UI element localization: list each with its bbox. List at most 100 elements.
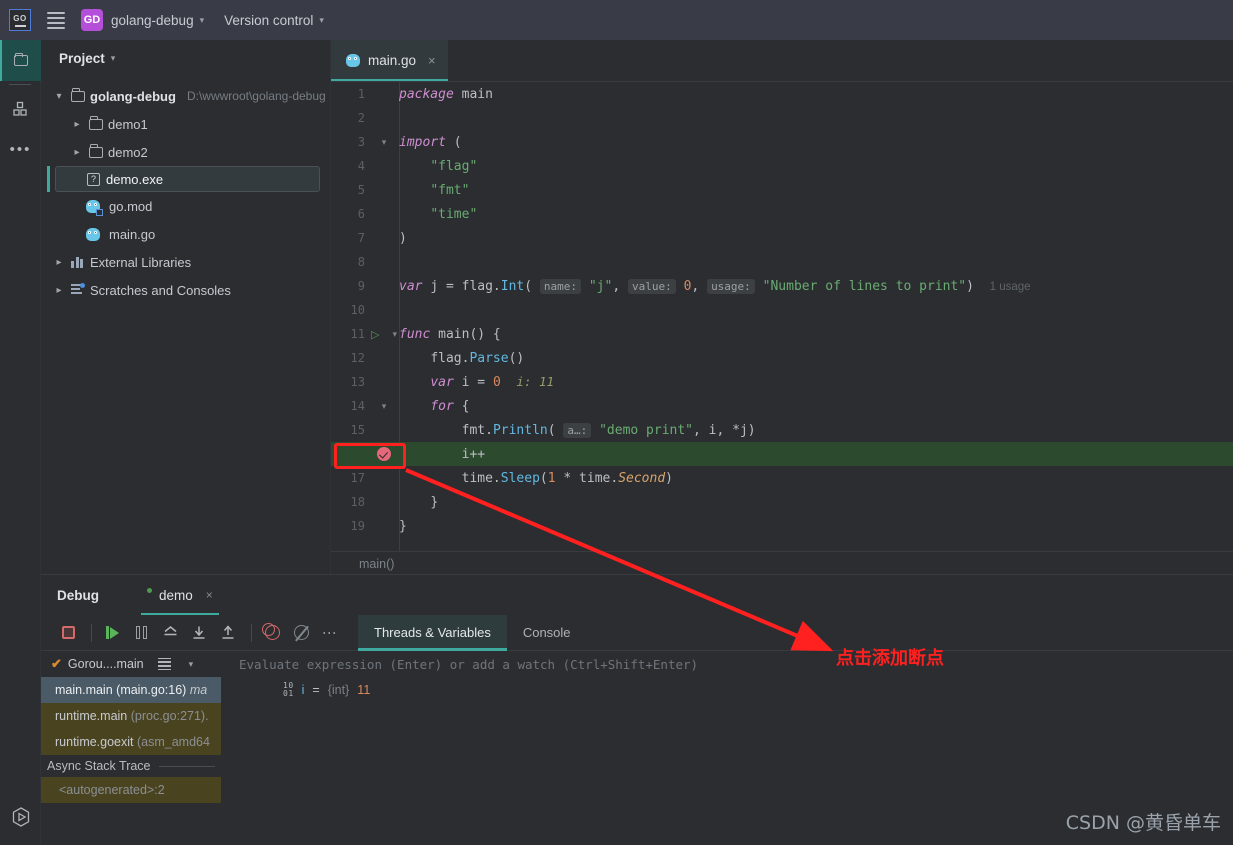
chevron-right-icon[interactable]: ▸ xyxy=(71,119,83,130)
code-text: fmt.Println( a…: "demo print", i, *j) xyxy=(399,423,756,438)
param-hint-name: name: xyxy=(540,279,581,294)
tab-label: main.go xyxy=(368,53,416,68)
gutter-marker[interactable]: ▾ xyxy=(369,137,399,148)
tree-node-path: D:\wwwroot\golang-debug xyxy=(187,89,326,103)
code-line-9: 9 var j = flag.Int( name: "j", value: 0,… xyxy=(331,274,1233,298)
code-text: import ( xyxy=(399,135,462,150)
line-number: 4 xyxy=(331,159,369,173)
stop-button[interactable] xyxy=(55,620,81,646)
code-text: "flag" xyxy=(399,159,477,174)
code-line-8: 8 xyxy=(331,250,1233,274)
version-control-menu[interactable]: Version control ▾ xyxy=(224,13,324,28)
code-text: } xyxy=(399,495,438,510)
line-number: 5 xyxy=(331,183,369,197)
tree-node-label: main.go xyxy=(109,227,155,242)
code-line-4: 4 "flag" xyxy=(331,154,1233,178)
tree-node-label: demo1 xyxy=(108,117,148,132)
tree-node-golang-debug[interactable]: ▾ golang-debug D:\wwwroot\golang-debug xyxy=(41,82,330,110)
evaluate-expression-input[interactable]: Evaluate expression (Enter) or add a wat… xyxy=(221,651,1233,677)
editor-area: main.go × 1 package main 2 3 ▾ import ( xyxy=(331,40,1233,574)
close-icon[interactable]: × xyxy=(206,588,213,602)
goroutine-selector[interactable]: ✔ Gorou....main ▾ xyxy=(41,651,221,677)
tree-node-scratches[interactable]: ▸ Scratches and Consoles xyxy=(41,276,330,304)
tree-node-main-go[interactable]: main.go xyxy=(41,220,330,248)
line-number: 18 xyxy=(331,495,369,509)
usage-hint[interactable]: 1 usage xyxy=(990,281,1031,293)
fold-chevron-icon[interactable]: ▾ xyxy=(382,401,387,412)
tree-node-demo-exe[interactable]: ? demo.exe xyxy=(55,166,320,192)
mute-breakpoints-button[interactable] xyxy=(288,620,314,646)
code-text: "fmt" xyxy=(399,183,469,198)
tab-main-go[interactable]: main.go × xyxy=(331,40,448,81)
tree-node-go-mod[interactable]: go.mod xyxy=(41,192,330,220)
close-icon[interactable]: × xyxy=(428,53,436,68)
mute-breakpoints-icon xyxy=(294,625,309,640)
stack-frame-row[interactable]: main.main (main.go:16) ma xyxy=(41,677,221,703)
goland-logo-icon: GO xyxy=(9,9,31,31)
variable-type: {int} xyxy=(328,683,350,697)
chevron-down-icon: ▾ xyxy=(200,15,205,26)
more-options-button[interactable]: ⋮ xyxy=(317,620,343,646)
breakpoint-icon[interactable] xyxy=(377,447,391,461)
binary-icon: 1001 xyxy=(283,682,294,698)
line-number: 7 xyxy=(331,231,369,245)
debug-session-tab[interactable]: demo × xyxy=(141,575,219,615)
chevron-right-icon[interactable]: ▸ xyxy=(71,147,83,158)
resume-icon xyxy=(106,626,119,639)
code-line-13: 13 var i = 0 i: 11 xyxy=(331,370,1233,394)
breakpoint-gutter[interactable] xyxy=(369,447,399,461)
fold-chevron-icon[interactable]: ▾ xyxy=(382,137,387,148)
tab-threads-variables[interactable]: Threads & Variables xyxy=(358,615,507,651)
chevron-right-icon[interactable]: ▸ xyxy=(53,285,65,296)
tree-node-label: go.mod xyxy=(109,199,152,214)
chevron-down-icon[interactable]: ▾ xyxy=(53,91,65,102)
sidebar-item-structure[interactable] xyxy=(0,88,41,129)
project-panel-title: Project xyxy=(59,51,105,66)
code-line-19: 19 } xyxy=(331,514,1233,538)
sidebar-item-more[interactable]: ••• xyxy=(0,129,41,170)
async-frame-row[interactable]: <autogenerated>:2 xyxy=(41,777,221,803)
gutter-marker[interactable]: ▷ ▾ xyxy=(369,328,399,341)
gutter-marker[interactable]: ▾ xyxy=(369,401,399,412)
run-widget-button[interactable] xyxy=(0,796,41,837)
ide-window: GO GD golang-debug ▾ Version control ▾ xyxy=(0,0,1233,845)
code-line-3: 3 ▾ import ( xyxy=(331,130,1233,154)
main-menu-button[interactable] xyxy=(47,12,65,29)
stack-frame-row[interactable]: runtime.main (proc.go:271). xyxy=(41,703,221,729)
code-text: package main xyxy=(399,87,493,102)
sidebar-item-project[interactable] xyxy=(0,40,41,81)
tree-node-external-libraries[interactable]: ▸ External Libraries xyxy=(41,248,330,276)
folder-icon xyxy=(88,145,103,160)
tree-node-label: External Libraries xyxy=(90,255,191,270)
pause-icon xyxy=(136,626,147,639)
logo-text: GO xyxy=(13,14,26,23)
debug-panel-header: Debug demo × xyxy=(41,575,1233,615)
resume-button[interactable] xyxy=(99,620,125,646)
chevron-down-icon[interactable]: ▾ xyxy=(189,659,194,670)
code-editor[interactable]: 1 package main 2 3 ▾ import ( 4 "flag" 5 xyxy=(331,82,1233,551)
session-tab-label: demo xyxy=(159,588,193,603)
variable-row[interactable]: 1001 i = {int} 11 xyxy=(221,677,1233,703)
stack-frame-row[interactable]: runtime.goexit (asm_amd64 xyxy=(41,729,221,755)
project-name-selector[interactable]: golang-debug ▾ xyxy=(111,13,204,28)
tab-console[interactable]: Console xyxy=(507,615,587,651)
list-icon[interactable] xyxy=(158,658,171,670)
code-text: for { xyxy=(399,399,469,414)
pause-button[interactable] xyxy=(128,620,154,646)
tree-node-demo2[interactable]: ▸ demo2 xyxy=(41,138,330,166)
run-gutter-icon[interactable]: ▷ xyxy=(371,328,379,341)
tree-node-demo1[interactable]: ▸ demo1 xyxy=(41,110,330,138)
frame-location: (asm_amd64 xyxy=(137,735,210,749)
project-panel-header[interactable]: Project ▾ xyxy=(41,40,330,76)
inline-debug-value: i: 11 xyxy=(516,374,554,389)
breadcrumb[interactable]: main() xyxy=(331,551,1233,575)
chevron-right-icon[interactable]: ▸ xyxy=(53,257,65,268)
check-icon: ✔ xyxy=(51,656,62,672)
step-into-button[interactable] xyxy=(186,620,212,646)
line-number: 9 xyxy=(331,279,369,293)
debug-tab-strip: Threads & Variables Console xyxy=(358,615,587,651)
step-out-button[interactable] xyxy=(215,620,241,646)
view-breakpoints-button[interactable] xyxy=(259,620,285,646)
step-over-button[interactable] xyxy=(157,620,183,646)
fold-chevron-icon[interactable]: ▾ xyxy=(392,329,397,340)
